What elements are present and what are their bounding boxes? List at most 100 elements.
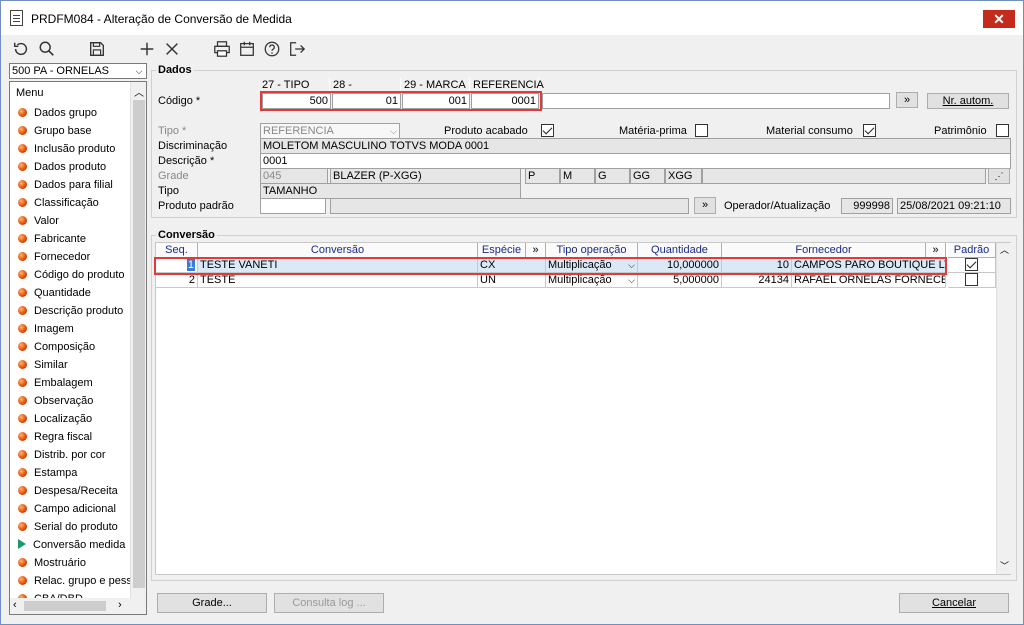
sidebar-item[interactable]: Estampa xyxy=(18,464,77,482)
save-icon[interactable] xyxy=(87,39,107,59)
chevron-up-icon[interactable]: ︿ xyxy=(1000,243,1009,256)
print-icon[interactable] xyxy=(212,39,232,59)
sidebar-item[interactable]: Descrição produto xyxy=(18,302,123,320)
operador-field: 999998 xyxy=(841,198,893,214)
sidebar-item[interactable]: Composição xyxy=(18,338,95,356)
scrollbar-thumb[interactable] xyxy=(133,100,145,588)
bullet-icon xyxy=(18,324,27,333)
arrow-right-icon xyxy=(18,539,26,549)
add-icon[interactable] xyxy=(137,39,157,59)
cell-quantidade[interactable]: 5,000000 xyxy=(638,273,722,288)
sidebar-item[interactable]: Distrib. por cor xyxy=(18,446,106,464)
sidebar-item[interactable]: Dados para filial xyxy=(18,176,113,194)
cell-especie[interactable]: UN xyxy=(478,273,546,288)
exit-icon[interactable] xyxy=(287,39,307,59)
bullet-icon xyxy=(18,396,27,405)
document-icon xyxy=(10,10,23,26)
sidebar-item[interactable]: Serial do produto xyxy=(18,518,118,536)
sidebar-item[interactable]: Localização xyxy=(18,410,92,428)
produto-acabado-checkbox[interactable] xyxy=(541,124,554,137)
sidebar-item[interactable]: Campo adicional xyxy=(18,500,116,518)
consulta-log-button[interactable]: Consulta log ... xyxy=(274,593,384,613)
operador-label: Operador/Atualização xyxy=(724,200,831,212)
bullet-icon xyxy=(18,504,27,513)
sidebar-item[interactable]: Conversão medida xyxy=(18,536,125,554)
cell-fornecedor[interactable]: RAFAEL ORNELAS FORNECEDO xyxy=(792,273,946,288)
grade-button-label: Grade... xyxy=(192,597,232,609)
fornecedor-expand-button[interactable]: » xyxy=(926,243,946,258)
sidebar-item[interactable]: Fornecedor xyxy=(18,248,90,266)
sidebar-item[interactable]: Despesa/Receita xyxy=(18,482,118,500)
search-icon[interactable] xyxy=(37,39,57,59)
bullet-icon xyxy=(18,342,27,351)
refresh-icon[interactable] xyxy=(11,39,31,59)
bullet-icon xyxy=(18,144,27,153)
sidebar-item[interactable]: Similar xyxy=(18,356,68,374)
sidebar-item[interactable]: Mostruário xyxy=(18,554,86,572)
column-header-especie[interactable]: Espécie xyxy=(478,243,526,258)
chevron-left-icon[interactable]: ‹ xyxy=(13,599,17,611)
column-header-fornecedor[interactable]: Fornecedor xyxy=(722,243,926,258)
chevron-down-icon[interactable]: ⌵ xyxy=(390,124,397,138)
title-bar: PRDFM084 - Alteração de Conversão de Med… xyxy=(1,1,1023,35)
patrimonio-checkbox[interactable] xyxy=(996,124,1009,137)
sidebar-item[interactable]: Imagem xyxy=(18,320,74,338)
menu-horizontal-scrollbar[interactable]: ‹ › xyxy=(10,598,146,614)
chevron-up-icon[interactable]: ︿ xyxy=(134,84,144,99)
cell-conversao[interactable]: TESTE xyxy=(198,273,478,288)
chevron-down-icon[interactable]: ⌵ xyxy=(132,64,146,78)
sidebar-item-label: Dados para filial xyxy=(34,179,113,191)
calendar-icon[interactable] xyxy=(237,39,257,59)
grade-scroll-button[interactable]: ⋰ xyxy=(988,168,1010,184)
column-header-quantidade[interactable]: Quantidade xyxy=(638,243,722,258)
sidebar-item[interactable]: Quantidade xyxy=(18,284,91,302)
especie-expand-button[interactable]: » xyxy=(526,243,546,258)
chevron-right-icon[interactable]: › xyxy=(118,599,122,611)
chevron-down-icon[interactable]: ⌵ xyxy=(628,273,635,287)
materia-prima-checkbox[interactable] xyxy=(695,124,708,137)
tipo-select[interactable]: REFERENCIA ⌵ xyxy=(260,123,400,139)
filial-combo[interactable]: 500 PA - ORNELAS ⌵ xyxy=(9,63,147,79)
menu-vertical-scrollbar[interactable]: ︿ xyxy=(130,82,146,598)
descricao-input[interactable]: 0001 xyxy=(260,153,1011,169)
sidebar-item[interactable]: Inclusão produto xyxy=(18,140,115,158)
sidebar-item[interactable]: Observação xyxy=(18,392,93,410)
grid-vertical-scrollbar[interactable]: ︿ ﹀ xyxy=(996,243,1011,574)
delete-icon[interactable] xyxy=(162,39,182,59)
sidebar-item[interactable]: Fabricante xyxy=(18,230,86,248)
column-header-conversao[interactable]: Conversão xyxy=(198,243,478,258)
column-header-padrao[interactable]: Padrão xyxy=(948,243,996,258)
produto-padrao-button[interactable]: » xyxy=(694,197,716,214)
help-icon[interactable] xyxy=(262,39,282,59)
grade-tipo-field: TAMANHO xyxy=(260,183,521,199)
sidebar-item-label: Observação xyxy=(34,395,94,407)
cancelar-button[interactable]: Cancelar xyxy=(899,593,1009,613)
column-header-seq[interactable]: Seq. xyxy=(156,243,198,258)
conversao-grid: Seq. Conversão Espécie » Tipo operação Q… xyxy=(155,242,1011,575)
padrao-checkbox[interactable] xyxy=(965,273,978,286)
sidebar-item[interactable]: Valor xyxy=(18,212,59,230)
close-button[interactable]: ✕ xyxy=(983,10,1015,28)
tipo-label: Tipo * xyxy=(158,125,187,137)
produto-padrao-input[interactable] xyxy=(260,198,326,214)
column-header-tipo-operacao[interactable]: Tipo operação xyxy=(546,243,638,258)
sidebar-item[interactable]: Relac. grupo e pess xyxy=(18,572,132,590)
grade-code-field: 045 xyxy=(260,168,328,184)
padrao-checkbox[interactable] xyxy=(965,258,978,271)
sidebar-item[interactable]: Dados grupo xyxy=(18,104,97,122)
material-consumo-checkbox[interactable] xyxy=(863,124,876,137)
sidebar-item[interactable]: Embalagem xyxy=(18,374,93,392)
sidebar-item[interactable]: Grupo base xyxy=(18,122,91,140)
cell-tipo[interactable]: Multiplicação ⌵ xyxy=(546,273,638,288)
hscrollbar-thumb[interactable] xyxy=(24,601,106,611)
chevron-down-icon[interactable]: ﹀ xyxy=(1000,559,1009,572)
nr-autom-button[interactable]: Nr. autom. xyxy=(927,93,1009,109)
codigo-expand-button[interactable]: » xyxy=(896,92,918,108)
cell-seq[interactable]: 2 xyxy=(156,273,198,288)
cell-forn-cod[interactable]: 24134 xyxy=(722,273,792,288)
sidebar-item[interactable]: Classificação xyxy=(18,194,99,212)
sidebar-item[interactable]: Regra fiscal xyxy=(18,428,92,446)
sidebar-item[interactable]: Código do produto xyxy=(18,266,125,284)
grade-button[interactable]: Grade... xyxy=(157,593,267,613)
sidebar-item[interactable]: Dados produto xyxy=(18,158,106,176)
